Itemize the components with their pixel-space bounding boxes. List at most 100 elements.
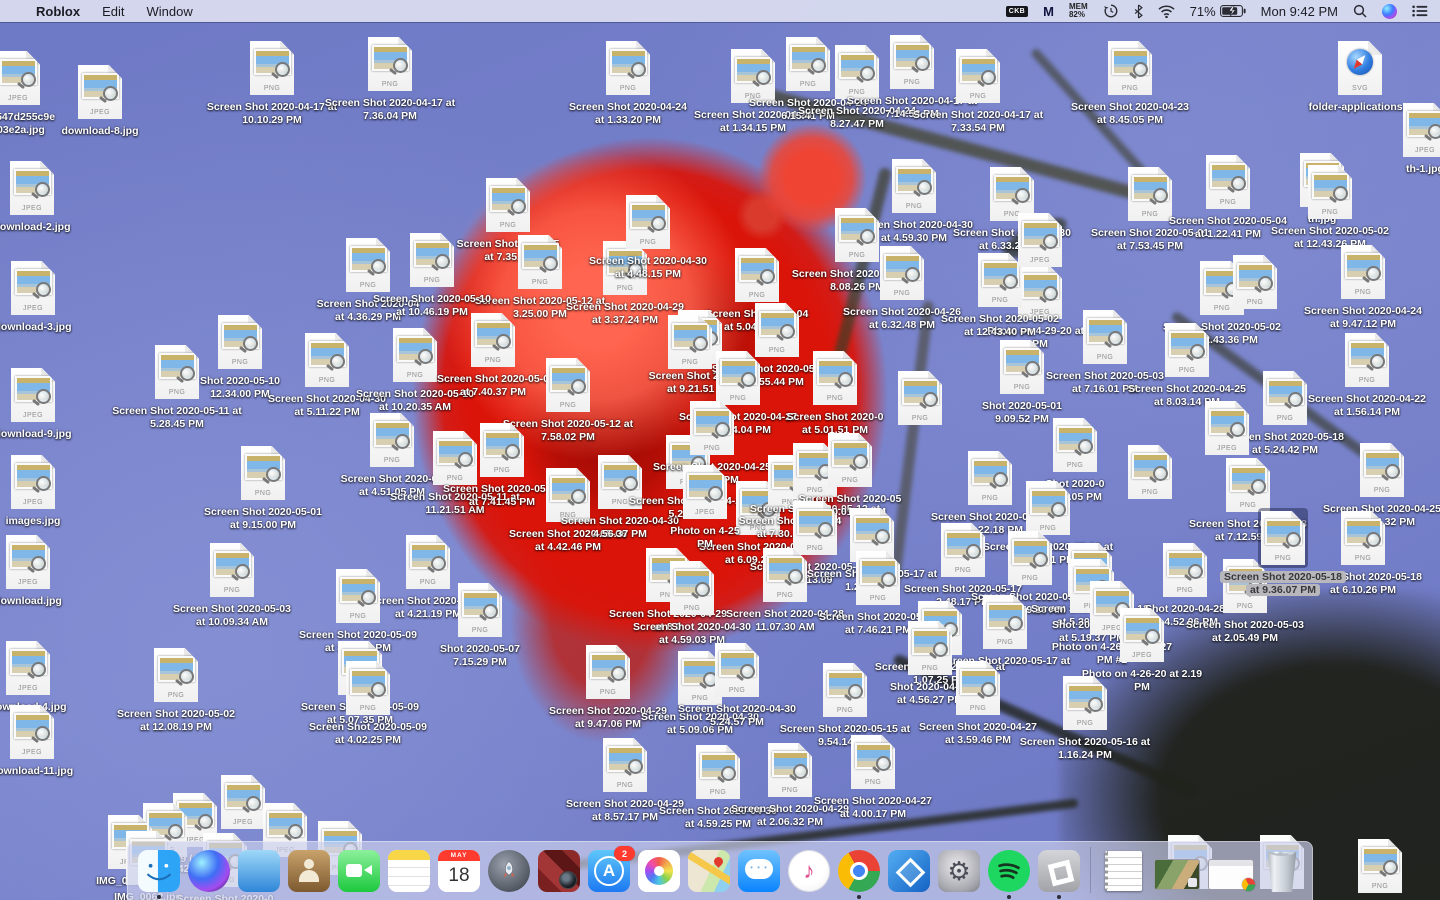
menu-clock[interactable]: Mon 9:42 PM bbox=[1261, 4, 1338, 19]
file-icon-png: PNG bbox=[410, 233, 454, 287]
dock-item-document-icon[interactable] bbox=[1105, 851, 1142, 891]
menu-edit[interactable]: Edit bbox=[102, 4, 124, 19]
file-icon-png: PNG bbox=[154, 648, 198, 702]
desktop-file[interactable]: PNG Screen Shot 2020-05-02 at 12.08.19 PM bbox=[108, 645, 244, 734]
desktop-file[interactable]: JPEG download-8.jpg bbox=[32, 62, 168, 138]
magnifier-icon bbox=[179, 669, 194, 684]
dock-item-finder-icon[interactable] bbox=[138, 850, 180, 899]
dock-item-minimized-browser-window-icon[interactable] bbox=[1208, 859, 1255, 891]
file-icon-png: PNG bbox=[1165, 323, 1209, 377]
file-icon-png: PNG bbox=[1358, 839, 1402, 893]
dock-item-maps-icon[interactable] bbox=[688, 850, 730, 892]
desktop-file[interactable]: JPEG download-11.jpg bbox=[0, 702, 100, 778]
desktop-file[interactable]: PNG bbox=[852, 368, 988, 428]
dock-item-notes-icon[interactable] bbox=[388, 850, 430, 892]
dock-item-app-store-icon[interactable]: A2 bbox=[588, 846, 635, 892]
file-icon-png: PNG bbox=[851, 735, 895, 789]
battery-percent: 71% bbox=[1189, 3, 1216, 19]
file-label: Screen Shot 2020-05-09 at 4.02.25 PM bbox=[309, 721, 427, 746]
desktop-file[interactable]: PNG Screen Shot 2020-05-01 at 9.15.00 PM bbox=[195, 443, 331, 532]
desktop-file[interactable]: PNG Screen Shot 2020-05-02 at 12.43.26 PM bbox=[1262, 162, 1398, 251]
magnifier-icon bbox=[275, 62, 290, 77]
desktop-file[interactable]: JPEG download-9.jpg bbox=[0, 365, 101, 441]
desktop-file[interactable]: PNG Shot 2020-05-07 7.15.29 PM bbox=[412, 580, 548, 669]
dock-item-calendar-icon[interactable]: MAY 18 bbox=[438, 850, 480, 892]
memory-status[interactable]: MEM 82% bbox=[1069, 3, 1088, 19]
malwarebytes-icon[interactable]: M bbox=[1043, 4, 1054, 19]
desktop-file[interactable]: PNG Screen Shot 2020-05-16 at 1.16.24 PM bbox=[1017, 673, 1153, 762]
dock-item-launchpad-icon[interactable] bbox=[488, 850, 530, 892]
dock-item-facetime-icon[interactable] bbox=[338, 850, 380, 892]
dock-item-mail-icon[interactable] bbox=[238, 850, 280, 892]
desktop-file[interactable]: PNG Screen Shot 2020-05-03 at 10.09.34 AM bbox=[164, 540, 300, 629]
bluetooth-icon[interactable] bbox=[1134, 4, 1143, 19]
magnifier-icon bbox=[708, 486, 723, 501]
desktop-file[interactable]: PNG Screen Shot 2020-04-17 at 10.10.29 PM bbox=[204, 38, 340, 127]
desktop-file[interactable]: PNG Screen Shot 2020-04-24 at 1.33.20 PM bbox=[560, 38, 696, 127]
desktop-file[interactable]: JPEG download-3.jpg bbox=[0, 258, 101, 334]
dock-item-minimized-game-window-icon[interactable] bbox=[1154, 859, 1200, 890]
desktop-file[interactable]: PNG bbox=[1312, 836, 1440, 896]
dock-item-itunes-icon[interactable]: ♪ bbox=[788, 850, 830, 892]
battery-status[interactable]: 71% bbox=[1190, 4, 1246, 19]
magnifier-icon bbox=[1133, 62, 1148, 77]
desktop-file[interactable]: JPEG images.jpg bbox=[0, 452, 101, 528]
magnifier-icon bbox=[875, 529, 890, 544]
keyboard-layout-badge[interactable]: CKB bbox=[1005, 5, 1029, 17]
app-menu-title[interactable]: Roblox bbox=[36, 4, 80, 19]
desktop-file[interactable]: PNG Screen Shot 2020-05-11 at 5.28.45 PM bbox=[109, 342, 245, 431]
spotlight-search-icon[interactable] bbox=[1353, 4, 1367, 18]
file-icon-jpeg: JPEG bbox=[1120, 608, 1164, 662]
dock-item-contacts-icon[interactable] bbox=[288, 850, 330, 892]
dock-item-photo-booth-icon[interactable] bbox=[538, 850, 580, 892]
dock-item-roblox-icon[interactable] bbox=[1038, 850, 1080, 899]
magnifier-icon bbox=[431, 556, 446, 571]
file-icon-jpeg: JPEG bbox=[11, 261, 55, 315]
siri-menu-icon[interactable] bbox=[1382, 3, 1397, 19]
file-icon-jpeg: JPEG bbox=[10, 705, 54, 759]
dock-item-siri-icon[interactable] bbox=[188, 850, 230, 892]
dock-item-system-preferences-icon[interactable]: ⚙ bbox=[938, 850, 980, 892]
desktop-file-selected[interactable]: PNG Screen Shot 2020-05-18 at 9.36.07 PM bbox=[1215, 508, 1351, 597]
magnifier-icon bbox=[35, 726, 50, 741]
file-icon-png: PNG bbox=[586, 645, 630, 699]
file-icon-jpeg: JPEG bbox=[6, 535, 50, 589]
desktop-file[interactable]: PNG Screen Shot 2020-04-17 at 7.33.54 PM bbox=[910, 46, 1046, 135]
magnifier-icon bbox=[695, 582, 710, 597]
magnifier-icon bbox=[1043, 234, 1058, 249]
file-icon-png: PNG bbox=[305, 333, 349, 387]
desktop-file[interactable]: PNG Screen Shot 2020-04-27 at 4.00.17 PM bbox=[805, 732, 941, 821]
menu-window[interactable]: Window bbox=[146, 4, 192, 19]
dock-item-chrome-icon[interactable] bbox=[838, 850, 880, 899]
magnifier-icon bbox=[693, 336, 708, 351]
desktop-file[interactable]: JPEG bbox=[1159, 398, 1295, 458]
file-icon-png: PNG bbox=[856, 551, 900, 605]
desktop-file[interactable]: PNG Screen Shot 2020-04-17 at 7.36.04 PM bbox=[322, 34, 458, 123]
time-machine-icon[interactable] bbox=[1103, 3, 1119, 19]
desktop-file[interactable]: JPEG bbox=[972, 210, 1108, 270]
magnifier-icon bbox=[838, 372, 853, 387]
dock-item-messages-icon[interactable] bbox=[738, 850, 780, 892]
magnifier-icon bbox=[1366, 532, 1381, 547]
desktop-file[interactable]: JPEG download-2.jpg bbox=[0, 158, 100, 234]
desktop-file[interactable]: PNG Screen Shot 2020-04-23 at 8.45.05 PM bbox=[1062, 38, 1198, 127]
magnifier-icon bbox=[1051, 502, 1066, 517]
compass-icon bbox=[1347, 49, 1373, 75]
magnifier-icon bbox=[435, 254, 450, 269]
dock-item-spotify-icon[interactable] bbox=[988, 850, 1030, 899]
desktop-file[interactable]: PNG bbox=[1187, 252, 1323, 312]
desktop-file[interactable]: PNG Screen Shot 2020-05-10 at 10.46.19 PM bbox=[364, 230, 500, 319]
dock-item-design-app-icon[interactable] bbox=[888, 850, 930, 892]
dock-item-trash-icon[interactable] bbox=[1267, 851, 1297, 892]
desktop-file[interactable]: PNG Screen Shot 2020-05-09 at 4.02.25 PM bbox=[300, 658, 436, 747]
desktop-file[interactable]: PNG bbox=[622, 312, 758, 372]
desktop-file[interactable]: JPEG download.jpg bbox=[0, 532, 96, 608]
dock-item-photos-icon[interactable] bbox=[638, 850, 680, 892]
file-icon-png: PNG bbox=[813, 351, 857, 405]
file-icon-png: PNG bbox=[1308, 165, 1352, 219]
magnifier-icon bbox=[180, 366, 195, 381]
wifi-icon[interactable] bbox=[1158, 4, 1175, 18]
desktop-screen: JPEG2f9547d255c9e503e2a.jpgJPEGdownload-… bbox=[0, 0, 1440, 900]
notification-center-icon[interactable] bbox=[1412, 5, 1428, 17]
magnifier-icon bbox=[36, 282, 51, 297]
